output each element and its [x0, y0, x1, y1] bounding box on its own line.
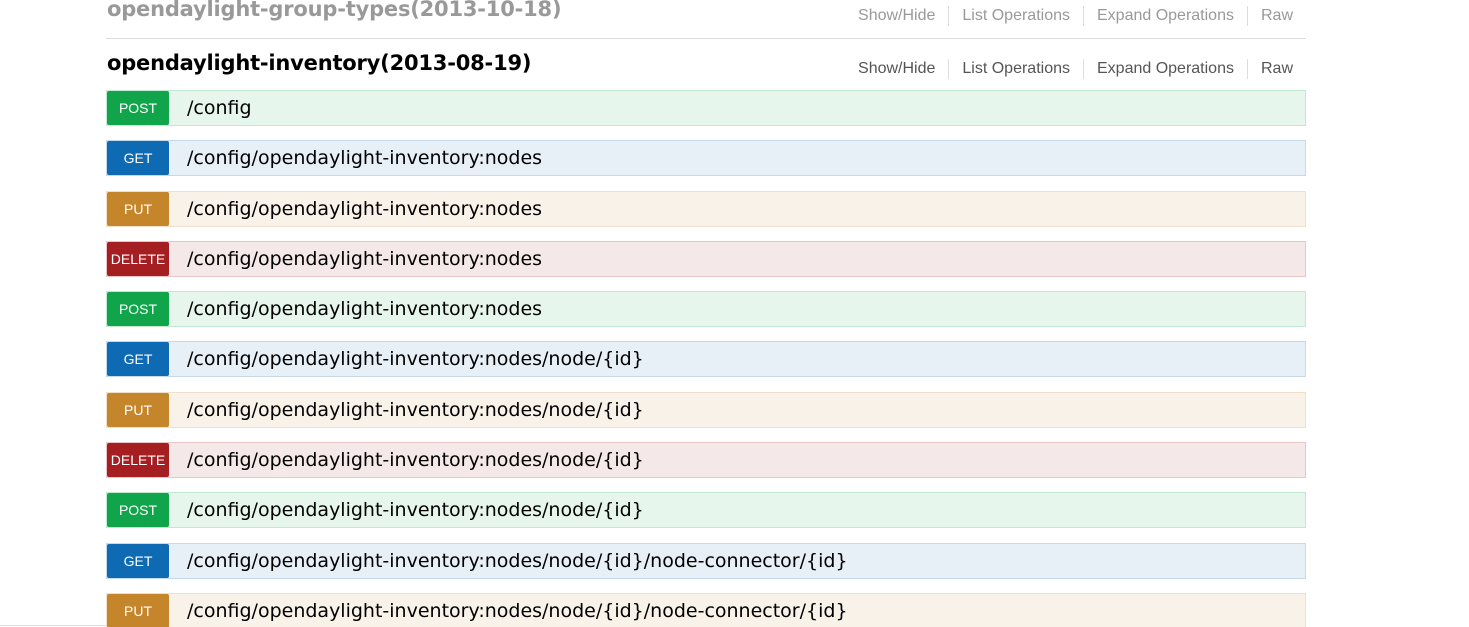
method-badge-get[interactable]: GET	[107, 543, 169, 578]
operation-row[interactable]: DELETE /config/opendaylight-inventory:no…	[106, 240, 1306, 277]
method-badge-put[interactable]: PUT	[107, 593, 169, 627]
method-badge-get[interactable]: GET	[107, 141, 169, 176]
method-badge-post[interactable]: POST	[107, 91, 169, 125]
operation-row[interactable]: GET /config/opendaylight-inventory:nodes…	[106, 341, 1306, 378]
method-badge-post[interactable]: POST	[107, 493, 169, 528]
operation-path[interactable]: /config/opendaylight-inventory:nodes/nod…	[187, 342, 644, 376]
raw-link[interactable]: Raw	[1246, 6, 1306, 26]
operation-path[interactable]: /config/opendaylight-inventory:nodes	[187, 242, 542, 276]
show-hide-link[interactable]: Show/Hide	[845, 59, 948, 79]
method-badge-get[interactable]: GET	[107, 342, 169, 377]
resource-header-group-types: opendaylight-group-types(2013-10-18) Sho…	[106, 0, 1306, 39]
operation-row[interactable]: POST /config/opendaylight-inventory:node…	[106, 492, 1306, 529]
list-operations-link[interactable]: List Operations	[948, 6, 1083, 26]
method-badge-put[interactable]: PUT	[107, 392, 169, 427]
resource-title-inventory[interactable]: opendaylight-inventory(2013-08-19)	[107, 51, 531, 75]
resource-options-group-types: Show/Hide List Operations Expand Operati…	[845, 6, 1306, 26]
operation-row[interactable]: POST /config	[106, 90, 1306, 126]
operation-path[interactable]: /config	[187, 91, 252, 125]
operation-path[interactable]: /config/opendaylight-inventory:nodes/nod…	[187, 493, 644, 527]
raw-link[interactable]: Raw	[1246, 59, 1306, 79]
resource-title-group-types[interactable]: opendaylight-group-types(2013-10-18)	[107, 0, 562, 21]
list-operations-link[interactable]: List Operations	[948, 59, 1083, 79]
operation-row[interactable]: GET /config/opendaylight-inventory:nodes	[106, 140, 1306, 177]
resource-header-inventory: opendaylight-inventory(2013-08-19) Show/…	[106, 39, 1306, 90]
operation-row[interactable]: DELETE /config/opendaylight-inventory:no…	[106, 442, 1306, 479]
method-badge-delete[interactable]: DELETE	[107, 443, 169, 478]
operation-row[interactable]: GET /config/opendaylight-inventory:nodes…	[106, 542, 1306, 579]
method-badge-delete[interactable]: DELETE	[107, 241, 169, 276]
operation-row[interactable]: POST /config/opendaylight-inventory:node…	[106, 291, 1306, 328]
operation-path[interactable]: /config/opendaylight-inventory:nodes	[187, 192, 542, 226]
divider	[0, 625, 106, 626]
operation-path[interactable]: /config/opendaylight-inventory:nodes/nod…	[187, 544, 848, 578]
method-badge-post[interactable]: POST	[107, 292, 169, 327]
swagger-page: opendaylight-group-types(2013-10-18) Sho…	[0, 0, 1469, 627]
expand-operations-link[interactable]: Expand Operations	[1083, 59, 1247, 79]
operation-path[interactable]: /config/opendaylight-inventory:nodes/nod…	[187, 443, 644, 477]
expand-operations-link[interactable]: Expand Operations	[1083, 6, 1247, 26]
operation-path[interactable]: /config/opendaylight-inventory:nodes/nod…	[187, 393, 644, 427]
resource-options-inventory: Show/Hide List Operations Expand Operati…	[845, 59, 1306, 79]
operation-row[interactable]: PUT /config/opendaylight-inventory:nodes	[106, 190, 1306, 227]
resources-container: opendaylight-group-types(2013-10-18) Sho…	[106, 0, 1306, 90]
operation-path[interactable]: /config/opendaylight-inventory:nodes	[187, 141, 542, 175]
operation-row[interactable]: PUT /config/opendaylight-inventory:nodes…	[106, 592, 1306, 627]
operations-list: POST /config GET /config/opendaylight-in…	[106, 90, 1306, 627]
operation-path[interactable]: /config/opendaylight-inventory:nodes	[187, 292, 542, 326]
show-hide-link[interactable]: Show/Hide	[845, 6, 948, 26]
operation-path[interactable]: /config/opendaylight-inventory:nodes/nod…	[187, 594, 848, 627]
operation-row[interactable]: PUT /config/opendaylight-inventory:nodes…	[106, 391, 1306, 428]
method-badge-put[interactable]: PUT	[107, 191, 169, 226]
